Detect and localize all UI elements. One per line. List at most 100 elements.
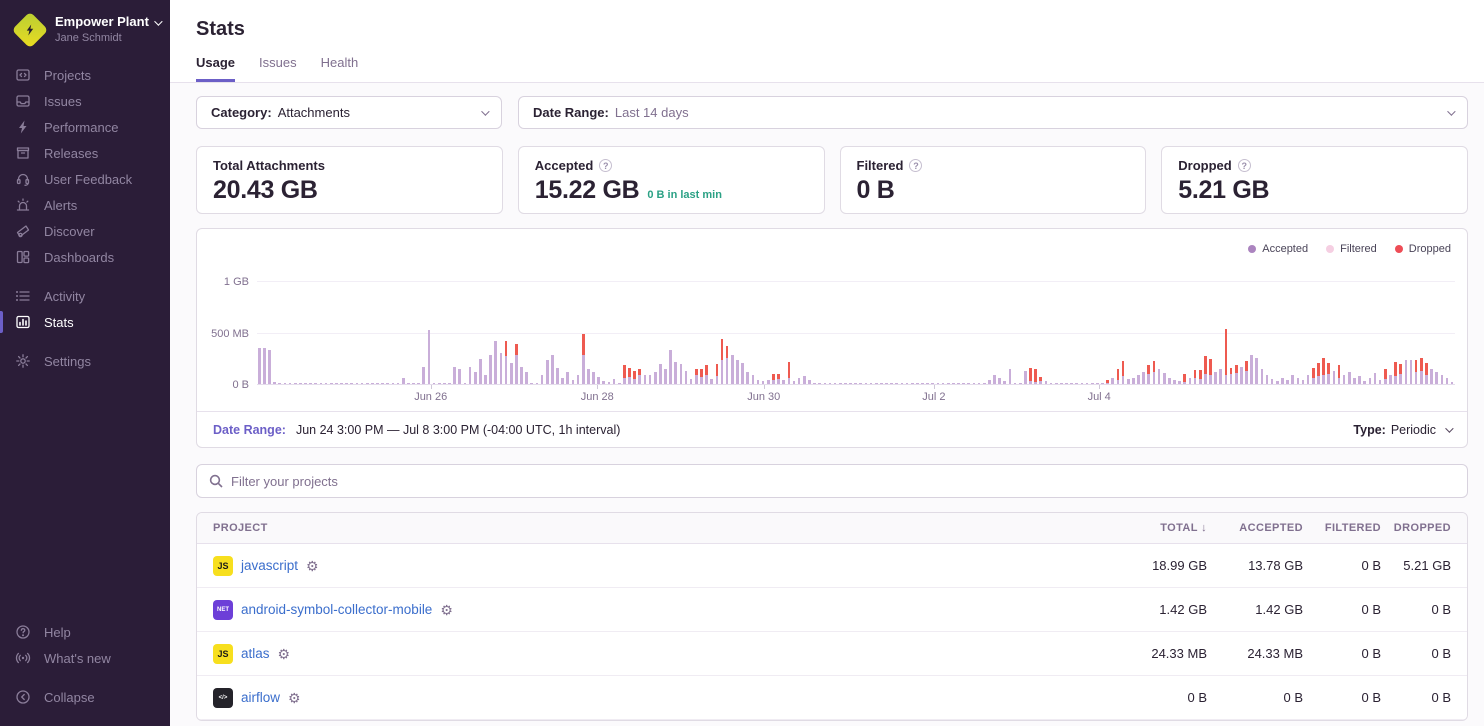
tab-usage[interactable]: Usage bbox=[196, 55, 235, 82]
legend-item-filtered[interactable]: Filtered bbox=[1326, 243, 1377, 255]
chart-bar bbox=[397, 383, 400, 384]
sidebar-item-activity[interactable]: Activity bbox=[0, 283, 170, 309]
tab-issues[interactable]: Issues bbox=[259, 55, 297, 82]
legend-item-accepted[interactable]: Accepted bbox=[1248, 243, 1308, 255]
chart-legend: Accepted Filtered Dropped bbox=[209, 239, 1455, 257]
chart-bar bbox=[818, 383, 821, 384]
chart-bar bbox=[649, 375, 652, 384]
card-total-attachments: Total Attachments20.43 GB bbox=[196, 146, 503, 214]
sidebar-item-stats[interactable]: Stats bbox=[0, 309, 170, 335]
chart-bar bbox=[381, 383, 384, 384]
platform-icon: NET bbox=[213, 600, 233, 620]
chart-bar bbox=[895, 383, 898, 384]
chart-bar bbox=[680, 364, 683, 384]
chart-bar bbox=[551, 355, 554, 384]
sidebar-collapse-nav: Collapse bbox=[0, 684, 170, 710]
date-range-select[interactable]: Date Range: Last 14 days bbox=[518, 96, 1468, 129]
chart-bar bbox=[962, 383, 965, 384]
chart-bar bbox=[1086, 383, 1089, 384]
chart-bar bbox=[258, 348, 261, 384]
chart-bar bbox=[695, 369, 698, 384]
tab-health[interactable]: Health bbox=[321, 55, 359, 82]
chart-bar bbox=[906, 383, 909, 384]
x-tick-label: Jun 30 bbox=[747, 391, 780, 403]
sidebar-item-label: Discover bbox=[44, 224, 95, 239]
chart-bar bbox=[1338, 365, 1341, 384]
tabs: Usage Issues Health bbox=[196, 55, 1468, 82]
sidebar-item-projects[interactable]: Projects bbox=[0, 62, 170, 88]
legend-item-dropped[interactable]: Dropped bbox=[1395, 243, 1451, 255]
chart-bar bbox=[433, 383, 436, 384]
gear-icon[interactable]: ⚙ bbox=[440, 603, 453, 617]
chart-bar bbox=[320, 383, 323, 384]
chart-bar bbox=[757, 380, 760, 384]
chart-bar bbox=[1245, 361, 1248, 384]
sidebar-item-discover[interactable]: Discover bbox=[0, 218, 170, 244]
chart-bar bbox=[1024, 371, 1027, 384]
chart-bar bbox=[561, 378, 564, 384]
column-header-filtered[interactable]: FILTERED bbox=[1303, 522, 1381, 534]
chart-bar bbox=[633, 371, 636, 384]
project-filter-input[interactable] bbox=[231, 474, 1455, 489]
chart-bar bbox=[304, 383, 307, 384]
chart-date-range-label: Date Range: bbox=[213, 423, 286, 437]
sidebar-item-collapse[interactable]: Collapse bbox=[0, 684, 170, 710]
chart-bar bbox=[628, 368, 631, 384]
chart-bar bbox=[767, 380, 770, 384]
settings-icon bbox=[14, 353, 32, 369]
sidebar-item-settings[interactable]: Settings bbox=[0, 348, 170, 374]
sidebar-item-whats-new[interactable]: What's new bbox=[0, 645, 170, 671]
chart-bar bbox=[1235, 365, 1238, 384]
project-link[interactable]: javascript bbox=[241, 558, 298, 573]
cell-filtered: 0 B bbox=[1303, 602, 1381, 617]
column-header-dropped[interactable]: DROPPED bbox=[1381, 522, 1467, 534]
sidebar-item-releases[interactable]: Releases bbox=[0, 140, 170, 166]
chart-bar bbox=[844, 383, 847, 384]
project-link[interactable]: airflow bbox=[241, 690, 280, 705]
org-switcher[interactable]: Empower Plant Jane Schmidt bbox=[0, 14, 170, 62]
sidebar-item-help[interactable]: Help bbox=[0, 619, 170, 645]
chart-bar bbox=[587, 369, 590, 384]
category-value: Attachments bbox=[278, 105, 350, 120]
chart-bar bbox=[1430, 369, 1433, 384]
gear-icon[interactable]: ⚙ bbox=[306, 559, 319, 573]
chart-bar bbox=[890, 383, 893, 384]
project-link[interactable]: android-symbol-collector-mobile bbox=[241, 602, 432, 617]
chart-bar bbox=[1225, 329, 1228, 384]
chart-bar bbox=[1065, 383, 1068, 384]
gear-icon[interactable]: ⚙ bbox=[288, 691, 301, 705]
sidebar-item-label: What's new bbox=[44, 651, 111, 666]
category-select[interactable]: Category: Attachments bbox=[196, 96, 502, 129]
chart-bar bbox=[998, 378, 1001, 384]
sidebar-item-alerts[interactable]: Alerts bbox=[0, 192, 170, 218]
info-icon[interactable]: ? bbox=[909, 159, 922, 172]
chart-bar bbox=[926, 383, 929, 384]
chart-bar bbox=[1322, 358, 1325, 384]
chart-bar bbox=[412, 383, 415, 384]
column-header-project[interactable]: PROJECT bbox=[197, 522, 1095, 534]
projects-icon bbox=[14, 67, 32, 83]
chart-bar bbox=[1060, 383, 1063, 384]
sidebar-item-performance[interactable]: Performance bbox=[0, 114, 170, 140]
chart-bar bbox=[1374, 373, 1377, 384]
column-header-total[interactable]: TOTAL ↓ bbox=[1095, 522, 1207, 534]
card-title: Dropped? bbox=[1178, 158, 1451, 173]
chart-type-select[interactable]: Type: Periodic bbox=[1353, 423, 1451, 437]
gear-icon[interactable]: ⚙ bbox=[278, 647, 291, 661]
sidebar-item-issues[interactable]: Issues bbox=[0, 88, 170, 114]
chevron-down-icon bbox=[1445, 424, 1453, 432]
table-row: NETandroid-symbol-collector-mobile⚙1.42 … bbox=[197, 588, 1467, 632]
chart-bar bbox=[1446, 378, 1449, 384]
info-icon[interactable]: ? bbox=[599, 159, 612, 172]
project-link[interactable]: atlas bbox=[241, 646, 270, 661]
x-tick bbox=[1099, 385, 1100, 389]
chart-bar bbox=[438, 383, 441, 384]
sidebar-item-user-feedback[interactable]: User Feedback bbox=[0, 166, 170, 192]
chart-bar bbox=[690, 379, 693, 384]
card-filtered: Filtered?0 B bbox=[840, 146, 1147, 214]
card-value: 15.22 GB bbox=[535, 176, 640, 205]
sidebar-item-dashboards[interactable]: Dashboards bbox=[0, 244, 170, 270]
column-header-accepted[interactable]: ACCEPTED bbox=[1207, 522, 1303, 534]
chart-bar bbox=[937, 383, 940, 384]
info-icon[interactable]: ? bbox=[1238, 159, 1251, 172]
